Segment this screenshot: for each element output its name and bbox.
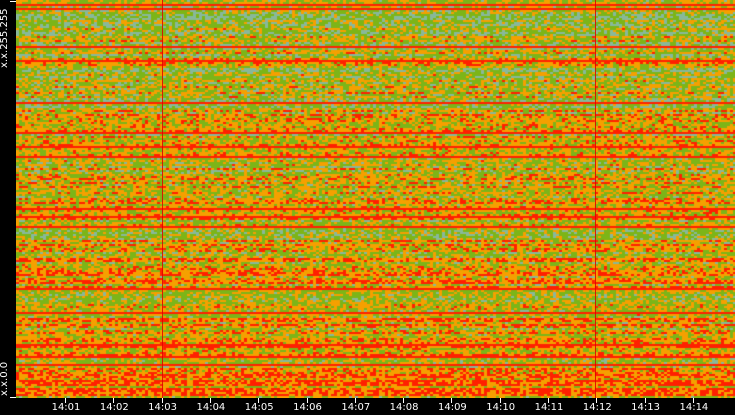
x-tick-label: 14:02 <box>99 402 129 413</box>
y-label-bottom: x.x.0.0 <box>0 361 10 396</box>
x-tick-label: 14:11 <box>534 402 564 413</box>
x-tick-label: 14:03 <box>148 402 178 413</box>
y-tick-top <box>10 1 16 2</box>
x-tick-label: 14:04 <box>196 402 226 413</box>
x-tick-label: 14:08 <box>389 402 419 413</box>
x-tick-label: 14:06 <box>293 402 322 413</box>
x-tick-label: 14:10 <box>486 402 516 413</box>
x-tick-label: 14:12 <box>582 402 612 413</box>
event-marker-line <box>595 0 597 398</box>
x-tick-label: 14:01 <box>51 402 81 413</box>
heatmap-cells <box>16 0 735 398</box>
heatmap-plot <box>16 0 735 398</box>
x-tick-label: 14:14 <box>679 402 709 413</box>
y-label-top: x.x.255.255 <box>0 8 10 68</box>
x-tick-label: 14:13 <box>631 402 661 413</box>
y-tick-bottom <box>10 397 16 398</box>
event-marker-line <box>161 0 163 398</box>
x-tick-label: 14:05 <box>244 402 274 413</box>
x-tick-label: 14:07 <box>341 402 371 413</box>
x-tick-label: 14:09 <box>437 402 467 413</box>
